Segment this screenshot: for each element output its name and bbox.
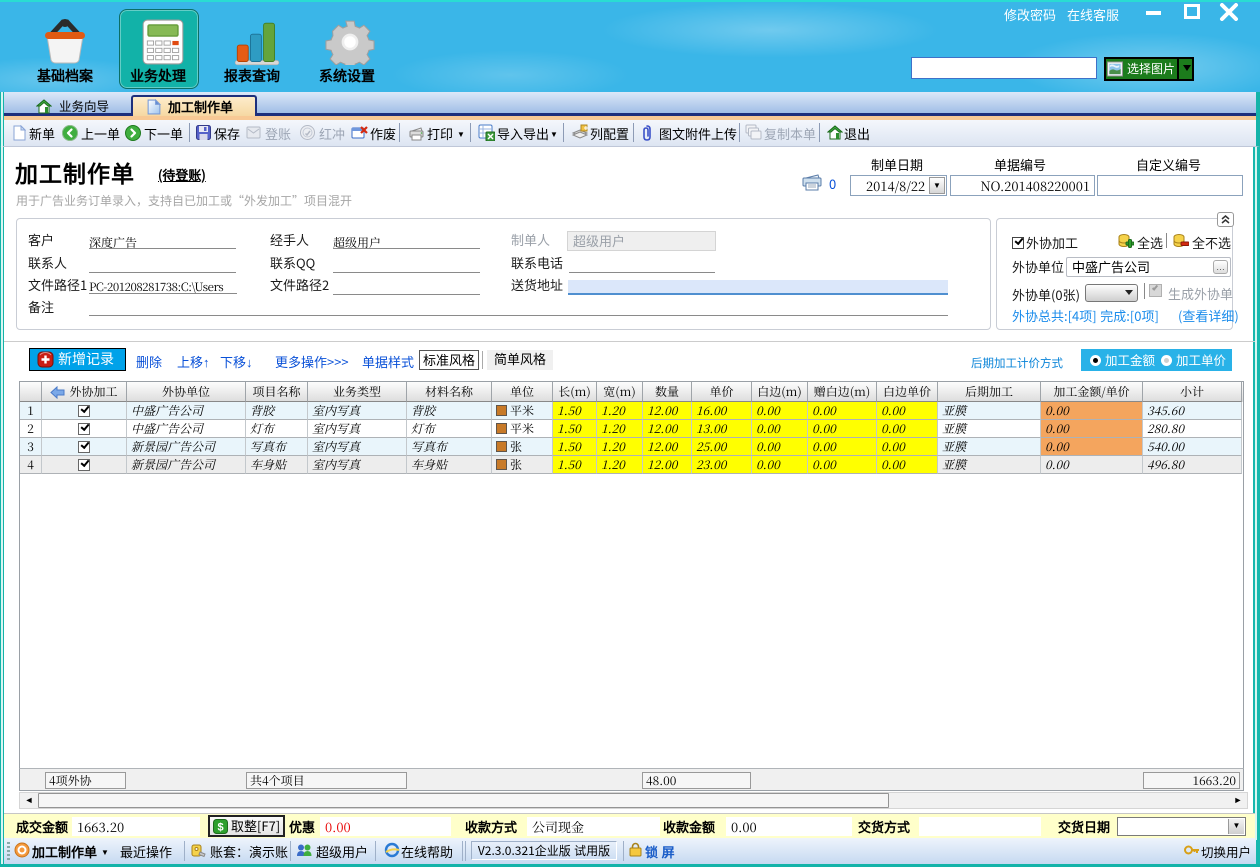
- svg-text:$: $: [217, 822, 223, 834]
